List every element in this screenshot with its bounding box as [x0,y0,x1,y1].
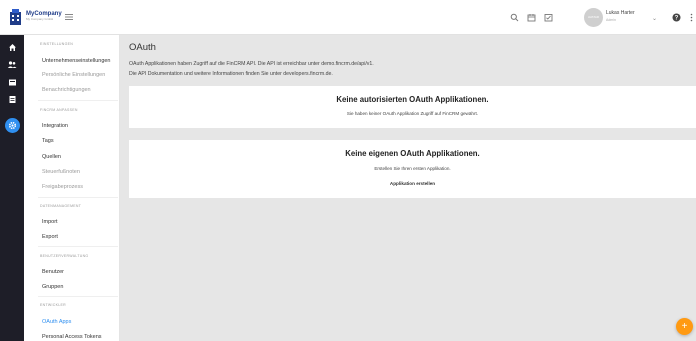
checklist-icon[interactable] [544,13,553,22]
more-vertical-icon[interactable] [689,13,694,22]
add-floating-button[interactable]: + [676,318,693,335]
sidebar-item-benachrichtigungen[interactable]: Benachrichtigungen [42,87,91,93]
sidebar-section-datenmanagement: DATENMANAGEMENT [40,204,82,208]
help-icon[interactable]: ? [672,13,681,22]
sidebar-divider [38,197,118,198]
inbox-icon[interactable] [5,75,19,89]
sidebar-section-fincrm-anpassen: FINCRM ANPASSEN [40,108,78,112]
document-icon[interactable] [5,92,19,106]
sidebar-item-import[interactable]: Import [42,219,58,225]
sidebar-section-benutzerverwaltung: BENUTZERVERWALTUNG [40,254,89,258]
user-role: Admin [606,18,616,22]
sidebar-divider [38,246,118,247]
user-name[interactable]: Lukas Harter [606,11,635,16]
sidebar-item-freigabeprozess[interactable]: Freigabeprozess [42,184,83,190]
sidebar-item-integration[interactable]: Integration [42,123,68,129]
chevron-down-icon[interactable]: ⌄ [652,15,657,22]
intro-text-api: OAuth Applikationen haben Zugriff auf di… [129,61,374,67]
home-icon[interactable] [5,40,19,54]
icon-rail [0,35,24,341]
avatar[interactable]: AVATAR [584,8,603,27]
settings-sidebar: EINSTELLUNGEN Unternehmenseinstellungen … [24,35,120,341]
sidebar-item-gruppen[interactable]: Gruppen [42,284,63,290]
sidebar-item-quellen[interactable]: Quellen [42,154,61,160]
building-logo-icon [10,9,21,25]
sidebar-item-export[interactable]: Export [42,234,58,240]
hamburger-menu-icon[interactable] [64,12,74,22]
authorized-apps-text: Sie haben keiner OAuth Applikation Zugri… [346,111,479,116]
sidebar-item-oauth-apps[interactable]: OAuth Apps [42,319,71,325]
sidebar-item-steuerfussnoten[interactable]: Steuerfußnoten [42,169,80,175]
contacts-icon[interactable] [5,57,19,71]
search-icon[interactable] [510,13,519,22]
sidebar-item-personal-access-tokens[interactable]: Personal Access Tokens [42,334,102,340]
own-apps-title: Keine eigenen OAuth Applikationen. [345,149,480,158]
sidebar-item-persoenliche-einstellungen[interactable]: Persönliche Einstellungen [42,72,105,78]
authorized-apps-title: Keine autorisierten OAuth Applikationen. [336,95,489,104]
sidebar-divider [38,296,118,297]
calendar-icon[interactable] [527,13,536,22]
intro-text-docs: Die API Dokumentation und weitere Inform… [129,71,333,77]
sidebar-item-benutzer[interactable]: Benutzer [42,269,64,275]
sidebar-item-tags[interactable]: Tags [42,138,54,144]
sidebar-section-einstellungen: EINSTELLUNGEN [40,42,74,46]
own-apps-text: Erstellen Sie Ihren ersten Applikation. [374,166,451,171]
settings-gear-icon[interactable] [4,118,20,133]
sidebar-section-entwickler: ENTWICKLER [40,303,66,307]
top-bar: MyCompany My Company GmbH AVATAR Lukas H… [0,0,696,35]
svg-text:?: ? [675,16,679,22]
own-apps-card: Keine eigenen OAuth Applikationen. Erste… [129,140,696,198]
create-application-button[interactable]: Applikation erstellen [129,181,696,186]
page-title: OAuth [129,42,156,53]
sidebar-item-unternehmenseinstellungen[interactable]: Unternehmenseinstellungen [42,58,111,64]
authorized-apps-card: Keine autorisierten OAuth Applikationen.… [129,86,696,128]
sidebar-divider [38,100,118,101]
company-logo-subtitle: My Company GmbH [26,17,54,21]
